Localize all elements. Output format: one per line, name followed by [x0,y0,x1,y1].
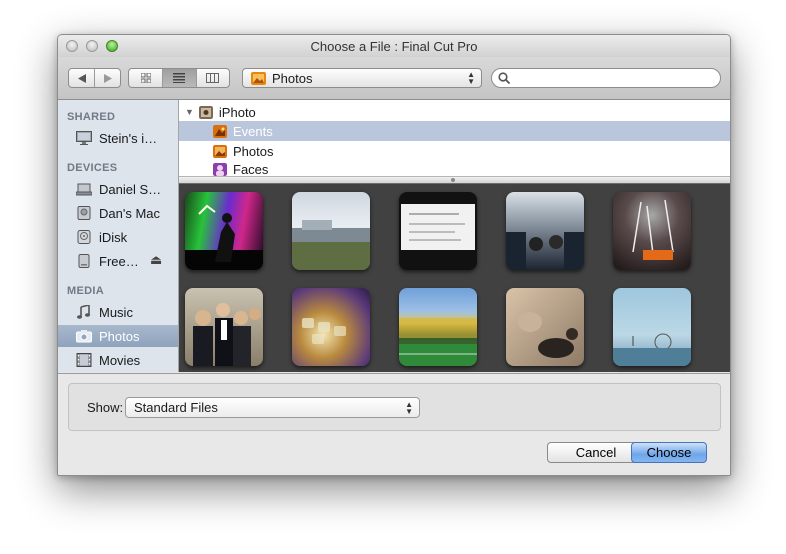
sidebar-item-music[interactable]: Music [58,301,178,323]
window-title: Choose a File : Final Cut Pro [310,39,478,54]
idisk-icon [77,230,91,244]
sidebar-item-label: iDisk [99,229,128,245]
music-note-icon [77,305,90,319]
sidebar-item-idisk[interactable]: iDisk [58,226,178,248]
columns-icon [206,73,220,83]
tree-row-faces[interactable]: Faces [179,161,730,176]
tree-label: iPhoto [218,104,256,120]
back-forward-control [68,68,121,88]
bus-interior-photo-thumbnail[interactable] [506,192,584,270]
dialog-footer: Show: Standard Files ▲ ▼ Cancel Choose [58,373,730,475]
search-icon [498,72,510,84]
events-icon [213,124,227,138]
sidebar-item-laptop[interactable]: Daniel S… [58,178,178,200]
list-view-button[interactable] [162,69,196,87]
view-mode-control [128,68,230,88]
disclosure-triangle-icon[interactable]: ▼ [185,107,194,117]
sidebar-item-free-drive[interactable]: Free… ⏏ [58,250,178,272]
pane-splitter[interactable] [179,176,730,184]
faces-icon [213,163,227,176]
building-photo [292,220,370,270]
group-photo [193,303,261,366]
cat-photo [518,312,578,358]
sidebar-item-label: Stein's i… [99,130,158,146]
external-drive-icon [78,254,90,268]
laptop-icon [76,183,92,196]
stadium-photo [399,318,477,366]
column-view-button[interactable] [195,69,229,87]
ferris-wheel-photo [613,333,691,366]
sidebar-header-media: MEDIA [67,285,104,297]
splitter-grip-icon [451,178,455,182]
tree-label: Faces [233,162,269,176]
show-label: Show: [87,400,124,415]
document-photo [401,204,475,250]
fireworks-photo-thumbnail[interactable] [613,192,691,270]
tree-label: Events [233,123,273,139]
forward-button[interactable] [94,69,120,87]
show-value: Standard Files [134,400,218,415]
sidebar: SHARED Stein's i… DEVICES Daniel S… Dan'… [58,100,179,372]
file-chooser-window: Choose a File : Final Cut Pro Photos ▲ ▼… [57,34,731,476]
sidebar-item-label: Dan's Mac [99,205,161,221]
building-photo-thumbnail[interactable] [292,192,370,270]
search-field[interactable] [491,68,721,88]
back-arrow-icon [77,73,86,83]
eject-icon[interactable]: ⏏ [150,252,162,268]
sidebar-item-label: Free… [99,253,139,269]
media-browser-tree: ▼ iPhoto Events Photos Faces [179,100,730,176]
forward-arrow-icon [103,73,112,83]
tree-label: Photos [233,143,274,159]
concert-photo [185,204,263,270]
sidebar-item-label: Music [99,304,133,320]
fireworks-photo [632,199,674,260]
icon-view-button[interactable] [129,69,162,87]
tree-row-photos[interactable]: Photos [179,141,730,161]
sidebar-item-label: Photos [99,328,140,344]
options-box: Show: Standard Files ▲ ▼ [68,383,721,431]
sidebar-item-label: Daniel S… [99,181,162,197]
iphoto-icon [198,105,213,119]
bus-interior-photo [506,232,584,270]
ferris-wheel-photo-thumbnail[interactable] [613,288,691,366]
location-label: Photos [272,70,313,86]
tree-row-events[interactable]: Events [179,121,730,141]
search-input[interactable] [514,70,718,88]
location-popup[interactable]: Photos ▲ ▼ [242,68,482,88]
sidebar-header-devices: DEVICES [67,162,118,174]
tree-row-iphoto[interactable]: ▼ iPhoto [179,102,730,122]
sidebar-item-dans-mac[interactable]: Dan's Mac [58,202,178,224]
camera-icon [76,330,92,343]
group-photo-thumbnail[interactable] [185,288,263,366]
cat-photo-thumbnail[interactable] [506,288,584,366]
keyboard-photo [302,318,346,344]
back-button[interactable] [69,69,94,87]
show-popup[interactable]: Standard Files ▲ ▼ [125,397,420,418]
choose-button[interactable]: Choose [631,442,707,463]
sidebar-item-shared-computer[interactable]: Stein's i… [58,127,178,149]
thumbnail-grid [179,184,730,372]
title-bar[interactable]: Choose a File : Final Cut Pro [58,35,730,57]
sidebar-item-movies[interactable]: Movies [58,349,178,371]
display-icon [76,131,92,145]
photos-folder-icon [251,71,266,85]
popup-arrows-icon: ▲ ▼ [467,70,475,86]
photos-icon [213,144,227,158]
concert-photo-thumbnail[interactable] [185,192,263,270]
icon-grid-icon [140,73,151,83]
toolbar: Photos ▲ ▼ [58,57,730,100]
keyboard-photo-thumbnail[interactable] [292,288,370,366]
sidebar-header-shared: SHARED [67,111,116,123]
popup-arrows-icon: ▲ ▼ [405,400,413,416]
stadium-photo-thumbnail[interactable] [399,288,477,366]
sidebar-item-label: Movies [99,352,141,368]
document-photo-thumbnail[interactable] [399,192,477,270]
hard-drive-icon [77,206,91,220]
list-icon [173,73,186,83]
sidebar-item-photos[interactable]: Photos [58,325,178,347]
film-icon [76,353,92,367]
